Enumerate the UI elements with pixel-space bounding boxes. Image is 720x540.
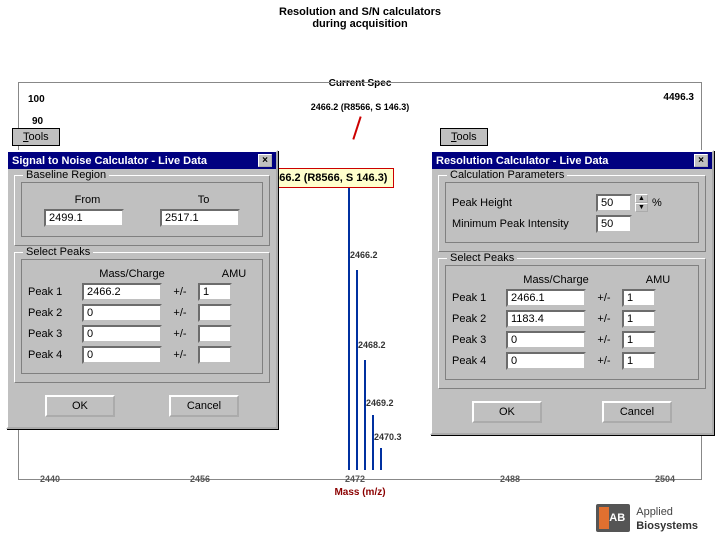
plus-minus-label: +/-: [590, 334, 618, 346]
baseline-group-label: Baseline Region: [23, 169, 109, 181]
res-dialog-title: Resolution Calculator - Live Data: [436, 155, 608, 167]
spinner-icon[interactable]: ▲▼: [635, 194, 648, 212]
tools-button-right[interactable]: Tools: [440, 128, 488, 146]
ok-button[interactable]: OK: [45, 395, 115, 417]
logo-text: AppliedBiosystems: [636, 504, 698, 533]
plus-minus-label: +/-: [166, 328, 194, 340]
peak-mc-input[interactable]: [506, 331, 586, 349]
min-peak-int-label: Minimum Peak Intensity: [452, 218, 592, 230]
cancel-button[interactable]: Cancel: [169, 395, 239, 417]
baseline-from-input[interactable]: [44, 209, 124, 227]
peak-label: Peak 3: [452, 334, 502, 346]
x-tick: 2440: [40, 474, 60, 484]
peak-label: Peak 2: [452, 313, 502, 325]
peak-mc-input[interactable]: [82, 346, 162, 364]
res-dialog-titlebar[interactable]: Resolution Calculator - Live Data ×: [432, 152, 712, 169]
x-tick: 2488: [500, 474, 520, 484]
peak-mc-input[interactable]: [82, 283, 162, 301]
peak-label: Peak 4: [28, 349, 78, 361]
peak-height-label: Peak Height: [452, 197, 592, 209]
cancel-button[interactable]: Cancel: [602, 401, 672, 423]
plus-minus-label: +/-: [166, 349, 194, 361]
sn-dialog-titlebar[interactable]: Signal to Noise Calculator - Live Data ×: [8, 152, 276, 169]
peak-amu-input[interactable]: [622, 310, 656, 328]
mc-header: Mass/Charge: [84, 268, 180, 280]
peak-label: Peak 2: [28, 307, 78, 319]
select-peaks-label: Select Peaks: [23, 246, 93, 258]
plus-minus-label: +/-: [166, 307, 194, 319]
peak-amu-input[interactable]: [622, 331, 656, 349]
select-peaks-label: Select Peaks: [447, 252, 517, 264]
peak-mc-input[interactable]: [82, 304, 162, 322]
peak-amu-input[interactable]: [622, 352, 656, 370]
peak-label: Peak 1: [28, 286, 78, 298]
x-tick: 2472: [345, 474, 365, 484]
from-label: From: [75, 194, 101, 206]
percent-label: %: [652, 197, 662, 209]
logo: AB AppliedBiosystems: [596, 504, 698, 533]
baseline-to-input[interactable]: [160, 209, 240, 227]
plus-minus-label: +/-: [166, 286, 194, 298]
plus-minus-label: +/-: [590, 292, 618, 304]
sn-dialog: Signal to Noise Calculator - Live Data ×…: [6, 150, 278, 429]
x-axis-label: Mass (m/z): [334, 487, 385, 498]
peak-mc-input[interactable]: [506, 289, 586, 307]
annotation-callout: 2466.2 (R8566, S 146.3): [260, 168, 394, 188]
plus-minus-label: +/-: [590, 313, 618, 325]
min-peak-int-input[interactable]: [596, 215, 632, 233]
amu-header: AMU: [638, 274, 678, 286]
peak-amu-input[interactable]: [198, 325, 232, 343]
peak-amu-input[interactable]: [198, 304, 232, 322]
peak-label: Peak 4: [452, 355, 502, 367]
plus-minus-label: +/-: [590, 355, 618, 367]
peak-mc-input[interactable]: [82, 325, 162, 343]
logo-icon: AB: [596, 504, 630, 532]
mc-header: Mass/Charge: [508, 274, 604, 286]
tools-button-left[interactable]: Tools: [12, 128, 60, 146]
close-icon[interactable]: ×: [258, 154, 272, 167]
peak-label: Peak 1: [452, 292, 502, 304]
amu-header: AMU: [214, 268, 254, 280]
peak-height-input[interactable]: [596, 194, 632, 212]
ok-button[interactable]: OK: [472, 401, 542, 423]
peak-mc-input[interactable]: [506, 310, 586, 328]
peak-mc-input[interactable]: [506, 352, 586, 370]
x-tick: 2456: [190, 474, 210, 484]
peak-amu-input[interactable]: [622, 289, 656, 307]
x-tick: 2504: [655, 474, 675, 484]
slide-title: Resolution and S/N calculators during ac…: [0, 0, 720, 32]
peak-label: Peak 3: [28, 328, 78, 340]
close-icon[interactable]: ×: [694, 154, 708, 167]
calc-params-label: Calculation Parameters: [447, 169, 567, 181]
res-dialog: Resolution Calculator - Live Data × Calc…: [430, 150, 714, 435]
sn-dialog-title: Signal to Noise Calculator - Live Data: [12, 155, 207, 167]
peak-amu-input[interactable]: [198, 346, 232, 364]
peak-amu-input[interactable]: [198, 283, 232, 301]
to-label: To: [198, 194, 210, 206]
spectrum-peaks: 2466.2 2468.2 2469.2 2470.3: [320, 180, 400, 470]
